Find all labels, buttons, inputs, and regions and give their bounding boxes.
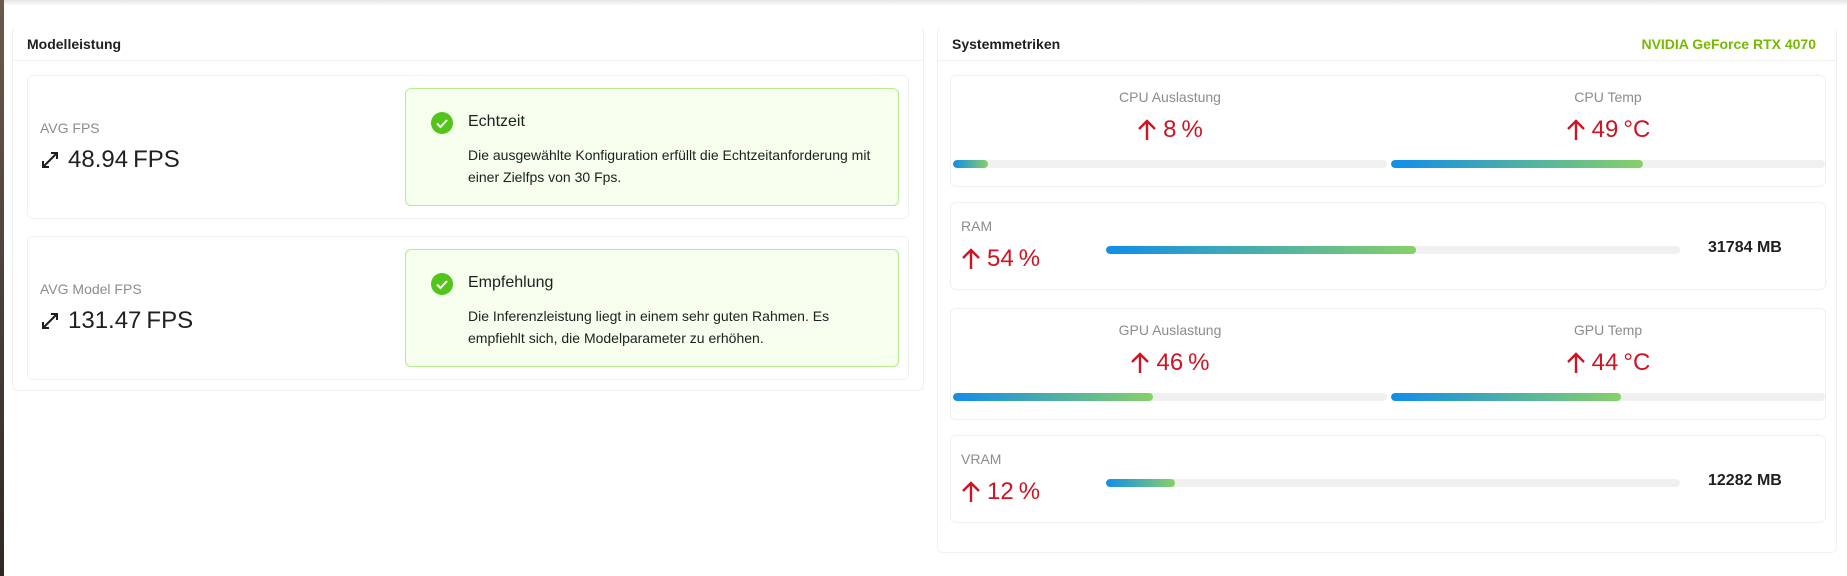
panel-title: Modelleistung	[27, 35, 122, 52]
arrow-up-icon	[962, 481, 980, 502]
ram-metric-card: RAM 54 % 31784 MB	[950, 202, 1826, 290]
progress-bar	[1106, 246, 1680, 254]
metric-number: 12	[987, 478, 1014, 505]
progress-fill	[1391, 393, 1622, 401]
metric-label: CPU Auslastung	[1119, 89, 1221, 105]
check-circle-icon	[431, 112, 453, 134]
stat-value: 48.94 FPS	[40, 146, 180, 174]
metric-value: 8 %	[951, 116, 1389, 144]
gpu-temp-metric: GPU Temp 44 °C	[1389, 309, 1827, 421]
metric-number: 46	[1156, 349, 1184, 376]
fps-number: 48.94	[68, 146, 129, 173]
metric-label: GPU Temp	[1573, 322, 1643, 338]
recommendation-alert: Empfehlung Die Inferenzleistung liegt in…	[405, 249, 899, 367]
arrow-up-icon	[1566, 352, 1585, 373]
panel-title: Systemmetriken	[952, 35, 1061, 52]
progress-bar	[953, 160, 1387, 168]
stat-value: 131.47 FPS	[40, 307, 193, 335]
vram-metric-card: VRAM 12 % 12282 MB	[950, 435, 1826, 523]
metric-number: 8	[1163, 116, 1177, 143]
fps-number: 131.47	[68, 307, 142, 334]
cpu-metrics-card: CPU Auslastung 8 % CPU Temp 49 °C	[950, 75, 1826, 187]
metric-label: GPU Auslastung	[1118, 322, 1222, 338]
check-circle-icon	[431, 273, 453, 295]
alert-title: Empfehlung	[468, 274, 554, 291]
metric-value: 44 °C	[1389, 349, 1827, 377]
metric-number: 44	[1591, 349, 1619, 376]
metric-number: 49	[1591, 116, 1619, 143]
realtime-alert: Echtzeit Die ausgewählte Konfiguration e…	[405, 88, 899, 206]
avg-model-fps-card: AVG Model FPS 131.47 FPS Empfehlung Die …	[27, 236, 909, 380]
metric-label: CPU Temp	[1574, 89, 1642, 105]
progress-fill	[1391, 160, 1643, 168]
metric-unit: %	[1018, 478, 1041, 505]
memory-total: 31784 MB	[1708, 239, 1782, 256]
metric-label: VRAM	[961, 451, 1002, 467]
metric-unit: %	[1181, 116, 1203, 143]
progress-fill	[1106, 246, 1416, 254]
top-shadow	[0, 0, 1847, 6]
alert-description: Die ausgewählte Konfiguration erfüllt di…	[468, 147, 871, 185]
metric-value: 49 °C	[1389, 116, 1827, 144]
cpu-usage-metric: CPU Auslastung 8 %	[951, 76, 1389, 188]
progress-bar	[1106, 479, 1680, 487]
window-edge	[0, 0, 4, 576]
arrow-up-icon	[1138, 119, 1156, 140]
arrow-up-icon	[1131, 352, 1150, 373]
metric-unit: °C	[1623, 116, 1651, 143]
metric-value: 54 %	[961, 245, 1040, 273]
gpu-metrics-card: GPU Auslastung 46 % GPU Temp 44 °C	[950, 308, 1826, 420]
panel-header: Systemmetriken NVIDIA GeForce RTX 4070	[938, 27, 1836, 61]
arrow-up-icon	[962, 248, 980, 269]
stat-label: AVG Model FPS	[40, 281, 142, 297]
progress-bar	[1391, 393, 1825, 401]
progress-fill	[953, 160, 988, 168]
avg-fps-card: AVG FPS 48.94 FPS Echtzeit Die ausgewähl…	[27, 75, 909, 219]
fps-unit: FPS	[146, 307, 194, 334]
panel-header: Modelleistung	[13, 27, 923, 61]
metric-unit: %	[1018, 245, 1041, 272]
arrow-up-icon	[1566, 119, 1585, 140]
progress-fill	[1106, 479, 1175, 487]
stat-label: AVG FPS	[40, 120, 100, 136]
gpu-name: NVIDIA GeForce RTX 4070	[1641, 35, 1816, 52]
metric-label: RAM	[961, 218, 993, 234]
expand-arrows-icon	[42, 152, 58, 168]
memory-total: 12282 MB	[1708, 472, 1782, 489]
progress-bar	[1391, 160, 1825, 168]
alert-description: Die Inferenzleistung liegt in einem sehr…	[468, 308, 830, 346]
metric-unit: %	[1188, 349, 1210, 376]
metric-value: 46 %	[951, 349, 1389, 377]
fps-unit: FPS	[133, 146, 180, 173]
progress-bar	[953, 393, 1387, 401]
metric-number: 54	[987, 245, 1014, 272]
system-metrics-panel: Systemmetriken NVIDIA GeForce RTX 4070 C…	[937, 27, 1837, 553]
model-performance-panel: Modelleistung AVG FPS 48.94 FPS Echtzeit…	[12, 27, 924, 391]
metric-value: 12 %	[961, 478, 1040, 506]
progress-fill	[953, 393, 1153, 401]
expand-arrows-icon	[42, 313, 58, 329]
gpu-usage-metric: GPU Auslastung 46 %	[951, 309, 1389, 421]
metric-unit: °C	[1623, 349, 1651, 376]
cpu-temp-metric: CPU Temp 49 °C	[1389, 76, 1827, 188]
alert-title: Echtzeit	[468, 113, 525, 130]
